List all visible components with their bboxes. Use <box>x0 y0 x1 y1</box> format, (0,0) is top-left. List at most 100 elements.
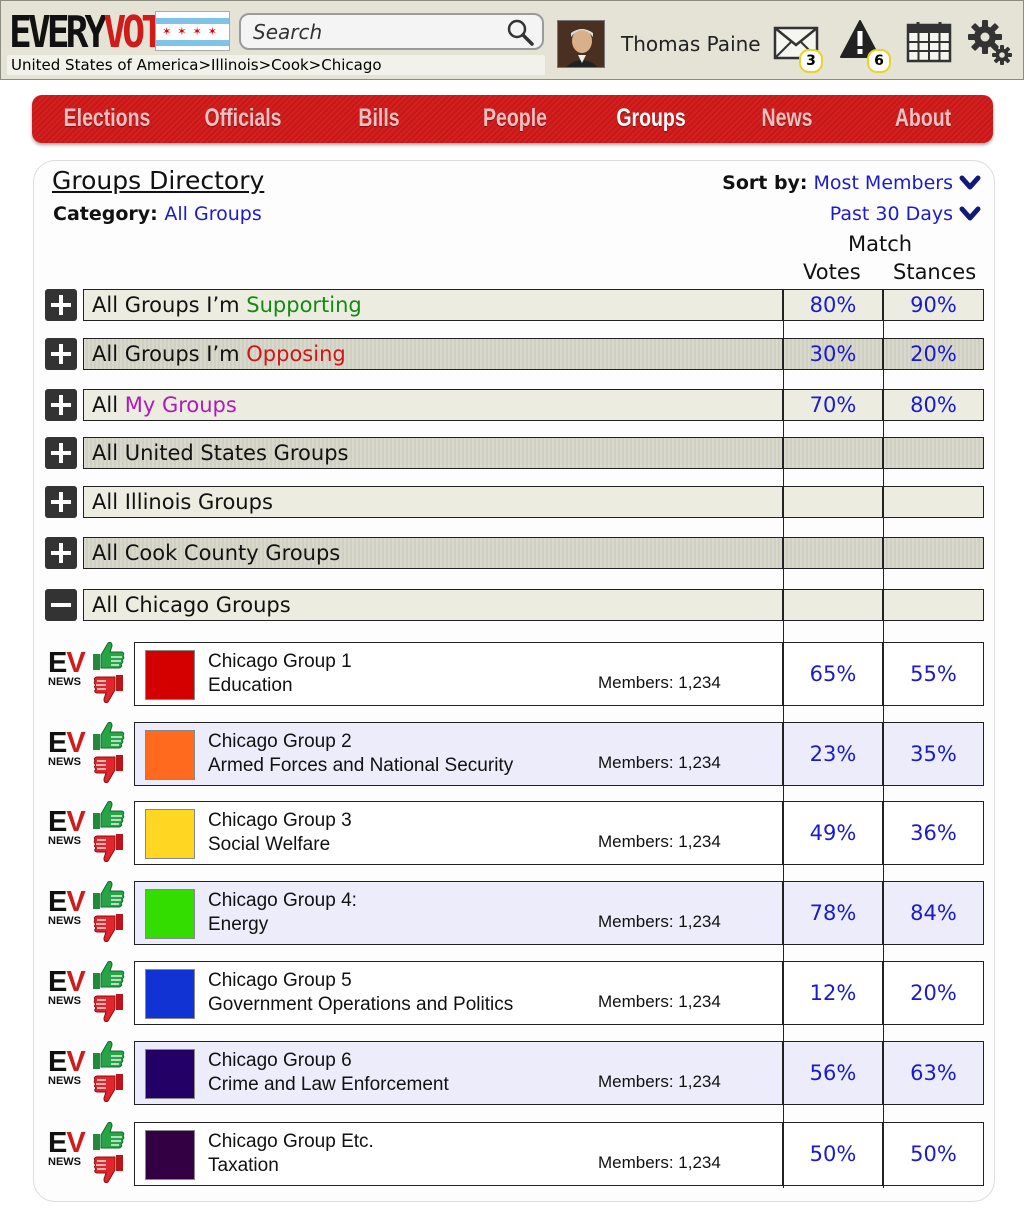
votes-column-header[interactable]: Votes <box>803 260 861 284</box>
breadcrumb[interactable]: United States of America>Illinois>Cook>C… <box>7 55 545 75</box>
category-row-label[interactable]: All Cook County Groups <box>83 537 783 569</box>
ev-news-logo[interactable]: EV NEWS <box>48 808 90 848</box>
thumbs-down-icon[interactable] <box>91 912 125 944</box>
expand-button[interactable] <box>45 338 77 370</box>
votes-match-value: 50% <box>783 1122 883 1186</box>
thumbs-up-icon[interactable] <box>91 799 125 831</box>
group-name[interactable]: Chicago Group 2 <box>208 731 352 753</box>
avatar[interactable] <box>557 20 605 68</box>
thumbs-up-icon[interactable] <box>91 959 125 991</box>
category-row-label[interactable]: All Groups I’m Supporting <box>83 289 783 321</box>
thumbs-down-icon[interactable] <box>91 673 125 705</box>
category-value-link[interactable]: All Groups <box>164 203 261 225</box>
chevron-down-icon[interactable] <box>959 175 981 191</box>
votes-match-value: 65% <box>783 642 883 706</box>
page-title[interactable]: Groups Directory <box>52 166 264 195</box>
top-header: EVERYVOTE ✶✶✶✶ United States of America>… <box>0 0 1024 80</box>
nav-news[interactable]: News <box>741 101 833 137</box>
nav-people[interactable]: People <box>469 101 561 137</box>
ev-news-logo[interactable]: EV NEWS <box>48 968 90 1008</box>
expand-button[interactable] <box>45 389 77 421</box>
period-value-link[interactable]: Past 30 Days <box>830 203 953 225</box>
group-color-swatch <box>145 969 195 1019</box>
nav-groups[interactable]: Groups <box>605 101 697 137</box>
sort-value-link[interactable]: Most Members <box>814 172 953 194</box>
nav-bills[interactable]: Bills <box>333 101 425 137</box>
group-card[interactable]: Chicago Group Etc. Taxation Members: 1,234 <box>134 1122 783 1186</box>
group-name[interactable]: Chicago Group Etc. <box>208 1131 374 1153</box>
expand-button[interactable] <box>45 486 77 518</box>
category-row-label[interactable]: All Groups I’m Opposing <box>83 338 783 370</box>
collapse-button[interactable] <box>45 589 77 621</box>
thumbs-up-icon[interactable] <box>91 1120 125 1152</box>
group-name[interactable]: Chicago Group 5 <box>208 970 352 992</box>
category-label: Category: <box>53 203 158 225</box>
category-row-illinois: All Illinois Groups <box>45 486 984 518</box>
thumbs-up-icon[interactable] <box>91 640 125 672</box>
alerts-count-badge: 6 <box>867 49 891 73</box>
thumbs-down-icon[interactable] <box>91 992 125 1024</box>
stances-match-value <box>883 437 984 469</box>
stances-match-value <box>883 486 984 518</box>
thumbs-up-icon[interactable] <box>91 1039 125 1071</box>
group-members-count: Members: 1,234 <box>598 912 721 931</box>
group-card[interactable]: Chicago Group 5 Government Operations and… <box>134 961 783 1025</box>
thumbs-up-icon[interactable] <box>91 879 125 911</box>
ev-news-logo[interactable]: EV NEWS <box>48 649 90 689</box>
user-name[interactable]: Thomas Paine <box>621 32 761 56</box>
settings-gear-icon[interactable] <box>967 17 1013 67</box>
search-box[interactable] <box>239 13 544 50</box>
votes-match-value <box>783 589 883 621</box>
category-row-label[interactable]: All Illinois Groups <box>83 486 783 518</box>
calendar-icon[interactable] <box>906 21 952 63</box>
ev-news-logo[interactable]: EV NEWS <box>48 1048 90 1088</box>
category-row-label[interactable]: All Chicago Groups <box>83 589 783 621</box>
category-row-cook-county: All Cook County Groups <box>45 537 984 569</box>
everyvote-logo[interactable]: EVERYVOTE <box>9 7 183 58</box>
thumbs-up-icon[interactable] <box>91 720 125 752</box>
flag-stars: ✶✶✶✶ <box>162 25 223 38</box>
group-card[interactable]: Chicago Group 4: Energy Members: 1,234 <box>134 881 783 945</box>
group-members-count: Members: 1,234 <box>598 673 721 692</box>
group-name[interactable]: Chicago Group 6 <box>208 1050 352 1072</box>
group-category: Social Welfare <box>208 834 331 855</box>
stances-column-header[interactable]: Stances <box>893 260 976 284</box>
thumbs-down-icon[interactable] <box>91 753 125 785</box>
ev-news-logo[interactable]: EV NEWS <box>48 729 90 769</box>
thumbs-down-icon[interactable] <box>91 832 125 864</box>
nav-elections[interactable]: Elections <box>61 101 153 137</box>
votes-match-value: 70% <box>783 389 883 421</box>
search-icon[interactable] <box>506 18 534 46</box>
nav-about[interactable]: About <box>877 101 969 137</box>
thumbs-down-icon[interactable] <box>91 1153 125 1185</box>
sort-label: Sort by: <box>722 172 808 194</box>
expand-button[interactable] <box>45 437 77 469</box>
stances-match-value: 35% <box>883 722 984 786</box>
time-period-control[interactable]: Past 30 Days <box>830 203 981 225</box>
group-card[interactable]: Chicago Group 1 Education Members: 1,234 <box>134 642 783 706</box>
chevron-down-icon[interactable] <box>959 206 981 222</box>
search-input[interactable] <box>253 19 503 45</box>
expand-button[interactable] <box>45 537 77 569</box>
group-name[interactable]: Chicago Group 4: <box>208 890 357 912</box>
group-name[interactable]: Chicago Group 1 <box>208 651 352 673</box>
group-category: Education <box>208 675 293 696</box>
group-row: EV NEWS Chicago Group 5 Government Operatio… <box>45 959 984 1025</box>
ev-news-logo[interactable]: EV NEWS <box>48 888 90 928</box>
category-row-united-states: All United States Groups <box>45 437 984 469</box>
votes-match-value: 80% <box>783 289 883 321</box>
group-name[interactable]: Chicago Group 3 <box>208 810 352 832</box>
category-row-label[interactable]: All United States Groups <box>83 437 783 469</box>
group-card[interactable]: Chicago Group 6 Crime and Law Enforcement… <box>134 1041 783 1105</box>
sort-by-control[interactable]: Sort by: Most Members <box>722 172 981 194</box>
ev-news-logo[interactable]: EV NEWS <box>48 1129 90 1169</box>
nav-officials[interactable]: Officials <box>197 101 289 137</box>
stances-match-value: 50% <box>883 1122 984 1186</box>
expand-button[interactable] <box>45 289 77 321</box>
group-card[interactable]: Chicago Group 3 Social Welfare Members: 1,… <box>134 801 783 865</box>
thumbs-down-icon[interactable] <box>91 1072 125 1104</box>
group-row: EV NEWS Chicago Group 3 Social Welfare Membe… <box>45 799 984 865</box>
group-card[interactable]: Chicago Group 2 Armed Forces and National… <box>134 722 783 786</box>
category-row-my-groups: All My Groups 70% 80% <box>45 389 984 421</box>
category-row-label[interactable]: All My Groups <box>83 389 783 421</box>
